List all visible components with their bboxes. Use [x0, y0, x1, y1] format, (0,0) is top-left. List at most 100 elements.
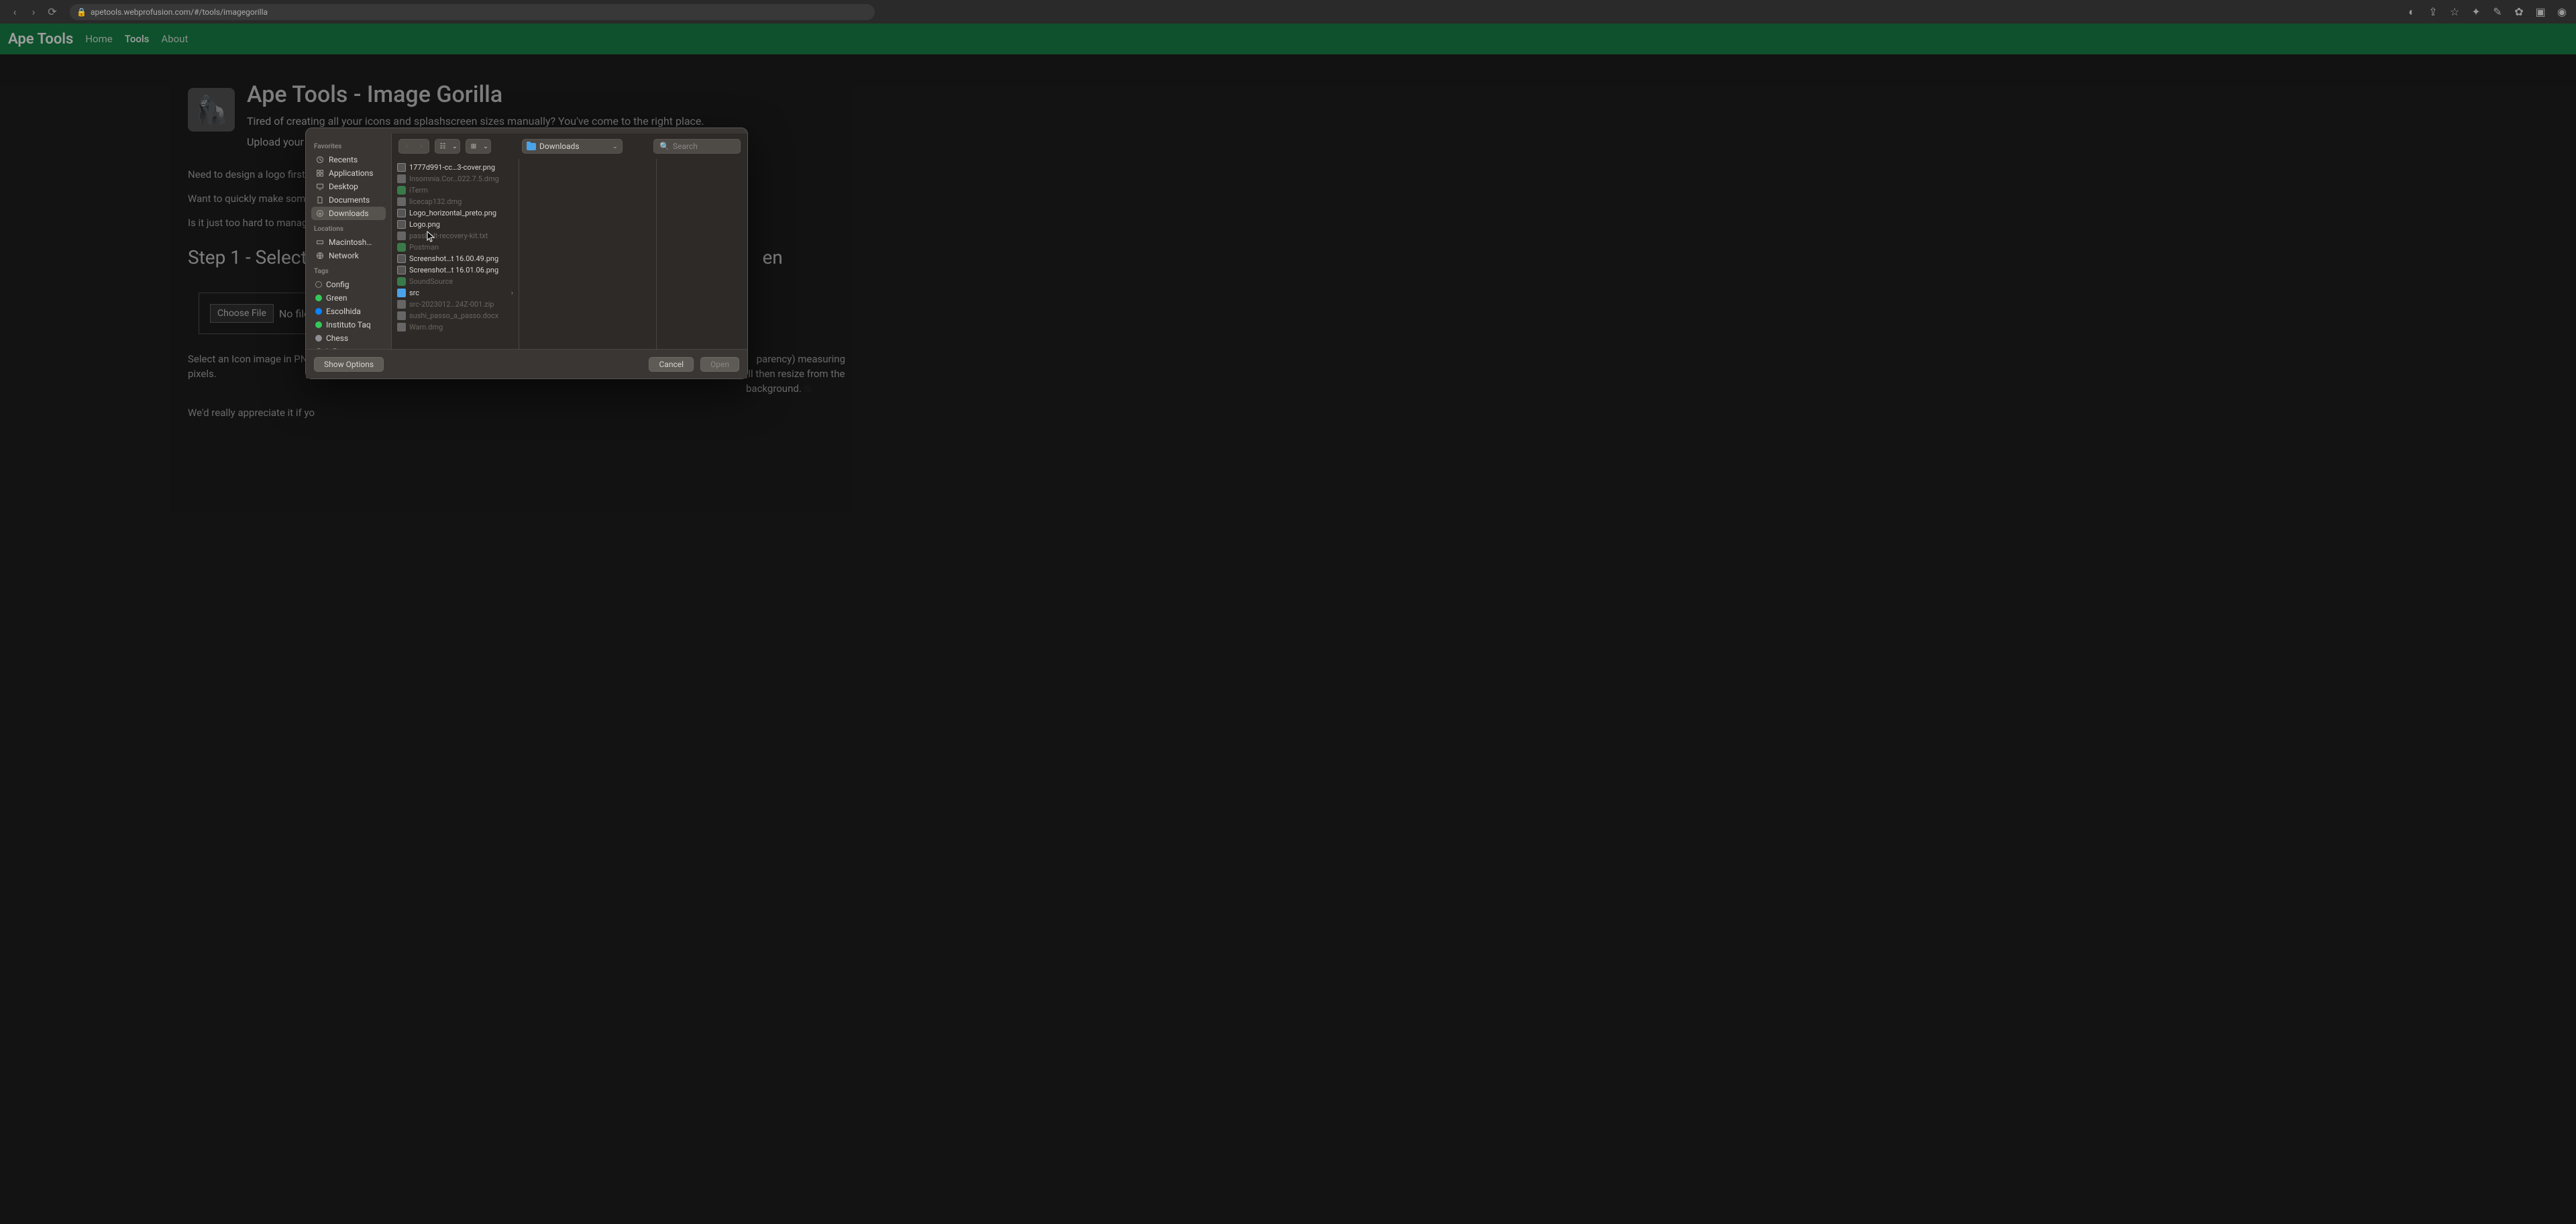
fold-icon — [397, 289, 406, 297]
url-text: apetools.webprofusion.com/#/tools/imageg… — [91, 7, 268, 17]
tag-label: Chess — [326, 334, 348, 343]
doc-icon — [397, 174, 406, 183]
bookmark-icon[interactable]: ☆ — [2449, 6, 2461, 18]
location-popup[interactable]: Downloads — [522, 139, 623, 154]
search-input[interactable]: 🔍 Search — [653, 139, 741, 154]
sidebar-tag-2[interactable]: Escolhida — [311, 305, 386, 318]
clock-icon — [315, 155, 325, 164]
sidebar-tag-0[interactable]: Config — [311, 278, 386, 291]
file-name: iTerm — [409, 186, 428, 195]
sidebar-tag-4[interactable]: Chess — [311, 332, 386, 345]
forward-nav[interactable]: › — [414, 140, 429, 153]
lock-icon: 🔒 — [76, 7, 87, 17]
file-row-14[interactable]: Warn.dmg — [393, 321, 517, 333]
sidebar-downloads[interactable]: Downloads — [311, 207, 386, 220]
file-row-11[interactable]: src — [393, 287, 517, 299]
reload-button[interactable]: ⟳ — [46, 5, 59, 19]
tag-dot-icon — [315, 295, 322, 301]
ext-icon-1[interactable]: ◐ — [2406, 6, 2418, 18]
back-button[interactable]: ‹ — [8, 5, 21, 19]
file-name: sushi_passo_a_passo.docx — [409, 311, 498, 320]
doc-icon — [397, 311, 406, 320]
folder-icon — [527, 143, 536, 150]
sidebar-applications[interactable]: Applications — [311, 166, 386, 180]
file-name: src-2023012…24Z-001.zip — [409, 300, 494, 309]
back-nav[interactable]: ‹ — [399, 140, 414, 153]
file-name: Postman — [409, 243, 439, 252]
apps-icon — [315, 168, 325, 178]
doc-icon — [397, 300, 406, 309]
sidebar-desktop[interactable]: Desktop — [311, 180, 386, 193]
globe-icon — [315, 251, 325, 260]
sidebar-macintosh[interactable]: Macintosh… — [311, 236, 386, 249]
file-row-10[interactable]: SoundSource — [393, 276, 517, 287]
file-name: Logo.png — [409, 220, 440, 229]
doc-icon — [397, 232, 406, 240]
locations-header: Locations — [314, 225, 386, 233]
preview-column-1 — [519, 159, 657, 349]
app-icon — [397, 243, 406, 252]
doc-icon — [397, 323, 406, 332]
file-name: Screenshot…t 16.00.49.png — [409, 254, 498, 263]
grid-icon: ⊞ — [466, 140, 481, 153]
img-icon — [397, 163, 406, 172]
app-icon — [397, 277, 406, 286]
file-name: Insomnia.Cor…022.7.5.dmg — [409, 174, 499, 183]
dialog-main: ‹ › ☷ ⌄ ⊞ ⌄ Downloads 🔍 Sea — [392, 134, 747, 349]
puzzle-icon[interactable]: ✿ — [2513, 6, 2525, 18]
sidebar-recents[interactable]: Recents — [311, 153, 386, 166]
chevron-down-icon: ⌄ — [450, 140, 460, 153]
file-name: Logo_horizontal_preto.png — [409, 209, 496, 217]
file-row-9[interactable]: Screenshot…t 16.01.06.png — [393, 264, 517, 276]
img-icon — [397, 209, 406, 217]
file-row-6[interactable]: passbolt-recovery-kit.txt — [393, 230, 517, 242]
file-list[interactable]: 1777d991-cc…3-cover.png Insomnia.Cor…022.… — [392, 159, 519, 349]
hdd-icon — [315, 238, 325, 247]
file-name: licecap132.dmg — [409, 197, 462, 206]
file-row-0[interactable]: 1777d991-cc…3-cover.png — [393, 162, 517, 173]
ext-icon-4[interactable]: ✎ — [2491, 6, 2504, 18]
img-icon — [397, 220, 406, 229]
tag-dot-icon — [315, 281, 322, 288]
open-button[interactable]: Open — [700, 357, 739, 372]
file-row-1[interactable]: Insomnia.Cor…022.7.5.dmg — [393, 173, 517, 185]
dialog-sidebar: Favorites Recents Applications Desktop D… — [306, 134, 392, 349]
ext-icon-5[interactable]: ▣ — [2534, 6, 2546, 18]
file-row-12[interactable]: src-2023012…24Z-001.zip — [393, 299, 517, 310]
tag-label: Escolhida — [326, 307, 361, 316]
file-name: 1777d991-cc…3-cover.png — [409, 163, 495, 172]
view-cols[interactable]: ☷ ⌄ — [435, 139, 460, 154]
ext-icon-3[interactable]: ✦ — [2470, 6, 2482, 18]
file-row-4[interactable]: Logo_horizontal_preto.png — [393, 207, 517, 219]
search-icon: 🔍 — [659, 142, 669, 151]
profile-icon[interactable]: ◉ — [2556, 6, 2568, 18]
favorites-header: Favorites — [314, 143, 386, 150]
sidebar-network[interactable]: Network — [311, 249, 386, 262]
file-row-7[interactable]: Postman — [393, 242, 517, 253]
file-name: Warn.dmg — [409, 323, 443, 332]
tag-label: Config — [326, 280, 350, 289]
forward-button[interactable]: › — [27, 5, 40, 19]
cancel-button[interactable]: Cancel — [649, 357, 694, 372]
file-row-5[interactable]: Logo.png — [393, 219, 517, 230]
address-bar[interactable]: 🔒 apetools.webprofusion.com/#/tools/imag… — [70, 4, 875, 20]
file-name: passbolt-recovery-kit.txt — [409, 232, 488, 240]
file-row-2[interactable]: iTerm — [393, 185, 517, 196]
doc-icon — [315, 195, 325, 205]
preview-column-2 — [657, 159, 747, 349]
file-row-13[interactable]: sushi_passo_a_passo.docx — [393, 310, 517, 321]
tag-dot-icon — [315, 321, 322, 328]
file-row-3[interactable]: licecap132.dmg — [393, 196, 517, 207]
sidebar-tag-1[interactable]: Green — [311, 291, 386, 305]
img-icon — [397, 266, 406, 274]
dialog-footer: Show Options Cancel Open — [306, 349, 747, 378]
sidebar-tag-3[interactable]: Instituto Taq — [311, 318, 386, 332]
sidebar-documents[interactable]: Documents — [311, 193, 386, 207]
columns-icon: ☷ — [435, 140, 450, 153]
ext-icon-2[interactable]: ⇪ — [2427, 6, 2439, 18]
view-grid[interactable]: ⊞ ⌄ — [466, 139, 491, 154]
tag-label: Instituto Taq — [326, 320, 371, 329]
file-row-8[interactable]: Screenshot…t 16.00.49.png — [393, 253, 517, 264]
chevron-down-icon: ⌄ — [481, 140, 490, 153]
show-options-button[interactable]: Show Options — [314, 357, 384, 372]
